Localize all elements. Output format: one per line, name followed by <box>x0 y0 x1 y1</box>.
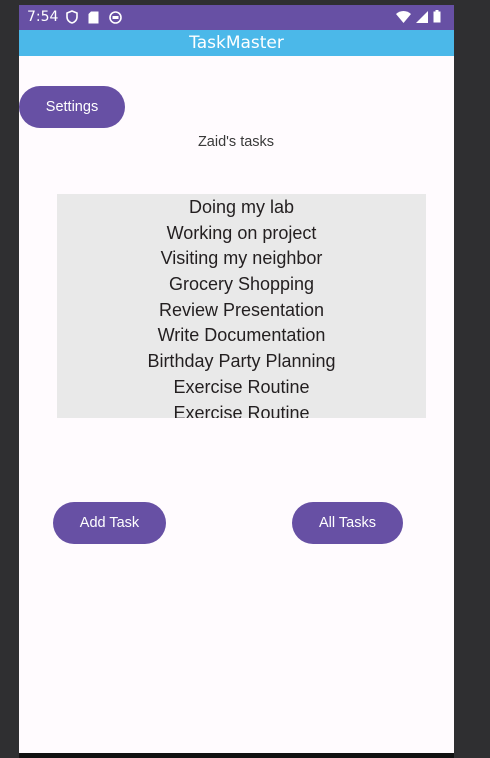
task-item[interactable]: Exercise Routine <box>57 374 426 400</box>
all-tasks-button[interactable]: All Tasks <box>292 502 403 544</box>
app-title: TaskMaster <box>189 33 284 53</box>
sd-card-icon <box>88 11 99 24</box>
app-screen: 7:54 TaskMaster Settings Zaid's tasks Do… <box>19 5 454 753</box>
signal-icon <box>416 10 428 23</box>
status-icons-right <box>396 10 441 23</box>
add-task-button[interactable]: Add Task <box>53 502 166 544</box>
status-time: 7:54 <box>27 9 59 25</box>
navigation-bar-edge <box>19 753 454 758</box>
task-item[interactable]: Birthday Party Planning <box>57 348 426 374</box>
task-item[interactable]: Exercise Routine <box>57 400 426 419</box>
settings-button[interactable]: Settings <box>19 86 125 128</box>
app-bar: TaskMaster <box>19 30 454 56</box>
wifi-icon <box>396 10 411 23</box>
task-item[interactable]: Visiting my neighbor <box>57 245 426 271</box>
task-item[interactable]: Grocery Shopping <box>57 271 426 297</box>
task-item[interactable]: Doing my lab <box>57 194 426 220</box>
task-item[interactable]: Working on project <box>57 220 426 246</box>
shield-icon <box>66 10 78 24</box>
battery-icon <box>433 10 441 23</box>
task-list[interactable]: Doing my lab Working on project Visiting… <box>57 194 426 418</box>
user-tasks-title: Zaid's tasks <box>197 134 275 150</box>
sync-circle-icon <box>109 10 122 24</box>
task-item[interactable]: Write Documentation <box>57 322 426 348</box>
status-bar: 7:54 <box>19 5 454 30</box>
task-item[interactable]: Review Presentation <box>57 297 426 323</box>
device-frame: 7:54 TaskMaster Settings Zaid's tasks Do… <box>0 0 490 758</box>
status-icons-left <box>66 10 122 24</box>
